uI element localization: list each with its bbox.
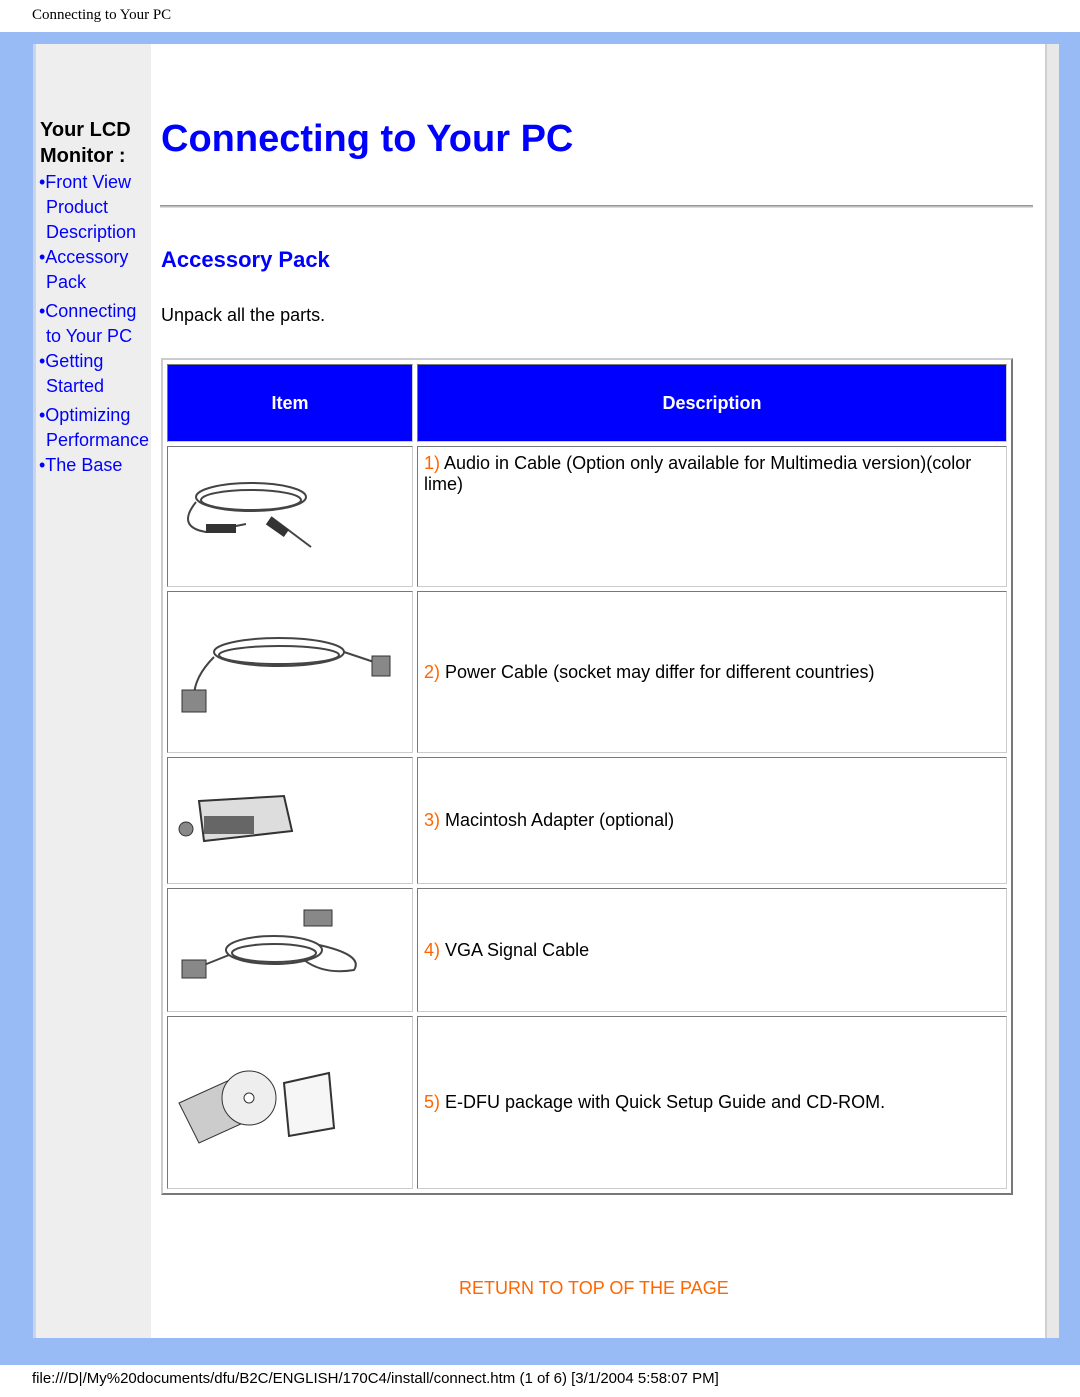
nav-label: •The Base	[39, 455, 123, 475]
nav-label: Description	[46, 222, 137, 242]
accessory-table: Item Description 1) Audio in Cable (Optio…	[161, 358, 1013, 1195]
item-number: 5)	[424, 1092, 441, 1112]
nav-label: Product	[46, 197, 109, 217]
vga-cable-image	[167, 888, 413, 1012]
nav-label: Performance	[46, 430, 150, 450]
sidebar-title: Your LCD Monitor :	[40, 117, 131, 169]
divider	[160, 205, 1033, 208]
mac-adapter-image	[167, 757, 413, 884]
nav-the-base[interactable]: •The Base	[39, 453, 122, 478]
item-number: 2)	[424, 661, 441, 682]
nav-label: •Front View	[39, 172, 132, 192]
nav-label: •Getting	[39, 351, 104, 371]
nav-label: Started	[46, 376, 105, 396]
edfu-package-image	[167, 1016, 413, 1189]
nav-label: •Connecting	[39, 301, 137, 321]
item-number: 3)	[424, 810, 441, 830]
document-title: Connecting to Your PC	[32, 7, 172, 23]
sidebar-title-line: Your LCD	[40, 119, 131, 141]
return-to-top-link[interactable]: RETURN TO TOP OF THE PAGE	[459, 1278, 729, 1299]
nav-getting-started[interactable]: •Getting Started	[39, 349, 104, 399]
footer-url: file:///D|/My%20documents/dfu/B2C/ENGLIS…	[32, 1370, 719, 1387]
right-strip	[1045, 44, 1059, 1338]
table-row-description: 1) Audio in Cable (Option only available…	[417, 446, 1007, 587]
item-number: 1)	[424, 453, 441, 473]
item-text: Macintosh Adapter (optional)	[440, 810, 675, 830]
section-title: Accessory Pack	[161, 247, 330, 272]
nav-label: to Your PC	[46, 326, 133, 346]
header-item: Item	[167, 364, 413, 442]
item-text: Power Cable (socket may differ for diffe…	[440, 661, 875, 682]
sidebar-title-line: Monitor :	[40, 145, 126, 167]
table-row-description: 4) VGA Signal Cable	[417, 888, 1007, 1012]
audio-cable-image	[167, 446, 413, 587]
intro-text: Unpack all the parts.	[161, 305, 326, 325]
nav-connecting[interactable]: •Connecting to Your PC	[39, 299, 136, 349]
nav-accessory-pack[interactable]: •Accessory Pack	[39, 245, 128, 295]
item-number: 4)	[424, 939, 441, 960]
table-row-description: 2) Power Cable (socket may differ for di…	[417, 591, 1007, 753]
nav-front-view[interactable]: •Front View Product Description	[39, 170, 136, 245]
power-cable-image	[167, 591, 413, 753]
item-text: VGA Signal Cable	[440, 939, 590, 960]
header-description: Description	[417, 364, 1007, 442]
nav-label: Pack	[46, 272, 87, 292]
nav-optimizing[interactable]: •Optimizing Performance	[39, 403, 149, 453]
page-title: Connecting to Your PC	[161, 118, 574, 160]
table-row-description: 5) E-DFU package with Quick Setup Guide …	[417, 1016, 1007, 1189]
item-text: Audio in Cable (Option only available fo…	[424, 453, 972, 494]
table-row-description: 3) Macintosh Adapter (optional)	[417, 757, 1007, 884]
nav-label: •Optimizing	[39, 405, 131, 425]
item-text: E-DFU package with Quick Setup Guide and…	[440, 1092, 886, 1112]
nav-label: •Accessory	[39, 247, 129, 267]
